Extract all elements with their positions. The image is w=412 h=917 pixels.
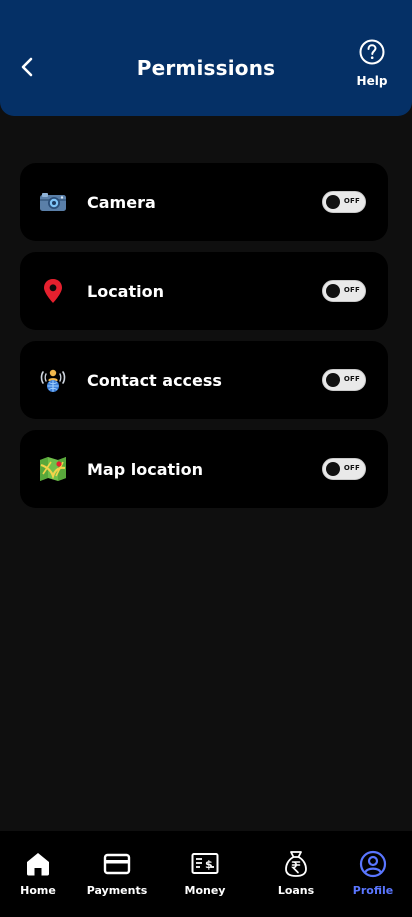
help-button[interactable]: Help — [350, 38, 394, 88]
rupee-bag-icon — [282, 850, 310, 878]
card-icon — [103, 850, 131, 878]
help-label: Help — [356, 74, 388, 88]
map-location-toggle[interactable]: OFF — [322, 458, 366, 480]
camera-icon — [38, 187, 68, 217]
permission-row-map-location: Map location OFF — [20, 430, 388, 508]
nav-label: Loans — [277, 884, 315, 897]
permission-label: Location — [87, 281, 164, 301]
nav-label: Money — [184, 884, 226, 897]
nav-payments[interactable]: Payments — [77, 831, 157, 917]
camera-toggle[interactable]: OFF — [322, 191, 366, 213]
profile-icon — [359, 850, 387, 878]
map-icon — [38, 454, 68, 484]
app-header: Permissions Help — [0, 0, 412, 116]
permission-label: Contact access — [87, 370, 222, 390]
permissions-screen: Permissions Help Camera OFF Location OFF… — [0, 0, 412, 917]
nav-money[interactable]: $ Money — [165, 831, 245, 917]
nav-profile[interactable]: Profile — [333, 831, 412, 917]
svg-text:$: $ — [205, 858, 213, 871]
nav-label: Payments — [86, 884, 148, 897]
nav-loans[interactable]: Loans — [256, 831, 336, 917]
nav-label: Profile — [352, 884, 394, 897]
permission-row-contact-access: Contact access OFF — [20, 341, 388, 419]
permission-row-camera: Camera OFF — [20, 163, 388, 241]
toggle-state: OFF — [343, 197, 360, 205]
location-pin-icon — [38, 276, 68, 306]
nav-home[interactable]: Home — [0, 831, 78, 917]
help-icon — [359, 39, 385, 65]
toggle-knob — [326, 195, 340, 209]
permission-row-location: Location OFF — [20, 252, 388, 330]
contact-access-toggle[interactable]: OFF — [322, 369, 366, 391]
home-icon — [24, 850, 52, 878]
location-toggle[interactable]: OFF — [322, 280, 366, 302]
toggle-state: OFF — [343, 375, 360, 383]
permissions-list: Camera OFF Location OFF Contact access O… — [20, 163, 388, 519]
contact-access-icon — [38, 365, 68, 395]
toggle-knob — [326, 462, 340, 476]
toggle-knob — [326, 373, 340, 387]
permission-label: Camera — [87, 192, 156, 212]
bottom-nav: Home Payments $ Money Loans Profile — [0, 831, 412, 917]
toggle-knob — [326, 284, 340, 298]
toggle-state: OFF — [343, 464, 360, 472]
toggle-state: OFF — [343, 286, 360, 294]
money-icon: $ — [191, 850, 219, 878]
permission-label: Map location — [87, 459, 204, 479]
nav-label: Home — [20, 884, 56, 897]
